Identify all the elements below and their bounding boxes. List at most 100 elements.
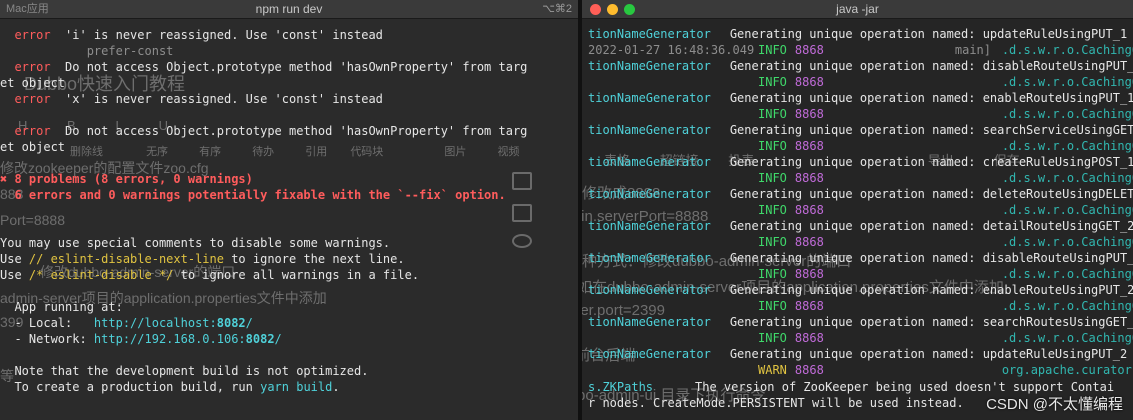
log-message: Generating unique operation named: searc… xyxy=(729,123,1133,137)
log-row: tionNameGenerator Generating unique opera… xyxy=(588,347,1127,361)
zk-warning-line: s.ZKPaths The version of ZooKeeper being … xyxy=(588,380,1115,394)
log-meta: INFO 8868 .d.s.w.r.o.CachingOpe xyxy=(588,331,1133,345)
log-logger: .d.s.w.r.o.CachingOpe xyxy=(1001,331,1133,345)
log-pid: 8868 xyxy=(794,107,824,121)
log-row: tionNameGenerator Generating unique opera… xyxy=(588,155,1133,169)
log-generator: tionNameGenerator xyxy=(588,219,711,233)
log-logger: .d.s.w.r.o.CachingOpe xyxy=(1001,107,1133,121)
log-message: Generating unique operation named: disab… xyxy=(729,251,1133,265)
log-meta: INFO 8868 .d.s.w.r.o.CachingOpe xyxy=(588,171,1133,185)
log-meta: INFO 8868 .d.s.w.r.o.CachingOpe xyxy=(588,267,1133,281)
log-generator: tionNameGenerator xyxy=(588,59,711,73)
npm-terminal-window[interactable]: Mac应用 npm run dev ⌥⌘2 Dubbo快速入门教程 H B I … xyxy=(0,0,578,420)
log-level: WARN xyxy=(758,363,787,377)
log-logger: .d.s.w.r.o.CachingOpe xyxy=(1001,171,1133,185)
log-pid: 8868 xyxy=(794,75,824,89)
java-terminal-window[interactable]: java -jar 表格 超链接 投表 导出 保存 第 比如修改成8888 ad… xyxy=(582,0,1133,420)
right-titlebar[interactable]: java -jar xyxy=(582,0,1133,19)
preview-eye-icon[interactable] xyxy=(512,234,532,248)
log-level: INFO xyxy=(758,235,787,249)
log-meta: INFO 8868 .d.s.w.r.o.CachingOpe xyxy=(588,75,1133,89)
log-message: Generating unique operation named: updat… xyxy=(729,347,1128,361)
log-level: INFO xyxy=(758,171,787,185)
split-view-icon[interactable] xyxy=(512,204,532,222)
log-generator: tionNameGenerator xyxy=(588,155,711,169)
log-message: Generating unique operation named: updat… xyxy=(729,27,1128,41)
log-message: Generating unique operation named: searc… xyxy=(729,315,1133,329)
log-pid: 8868 xyxy=(794,363,824,377)
log-logger: .d.s.w.r.o.CachingOpe xyxy=(1001,267,1133,281)
log-row: tionNameGenerator Generating unique opera… xyxy=(588,59,1133,73)
log-meta: INFO 8868 .d.s.w.r.o.CachingOpe xyxy=(588,203,1133,217)
log-generator: tionNameGenerator xyxy=(588,91,711,105)
comments-hint: You may use special comments to disable … xyxy=(0,236,391,250)
log-pid: 8868 xyxy=(794,235,824,249)
log-logger: .d.s.w.r.o.CachingOpe xyxy=(1001,139,1133,153)
log-logger: .d.s.w.r.o.CachingOpe xyxy=(1001,299,1133,313)
log-row: tionNameGenerator Generating unique opera… xyxy=(588,283,1133,297)
csdn-watermark: CSDN @不太懂编程 xyxy=(986,396,1123,413)
log-logger: org.apache.curator.uti xyxy=(1001,363,1133,377)
log-generator: tionNameGenerator xyxy=(588,27,711,41)
log-meta: INFO 8868 .d.s.w.r.o.CachingOpe xyxy=(588,299,1133,313)
sidebar-toggle-icon[interactable] xyxy=(512,172,532,190)
log-generator: tionNameGenerator xyxy=(588,123,711,137)
ghost-toolbar-labels: 删除线 无序 有序 待办 引用 代码块 图片 视频 xyxy=(70,146,520,158)
app-running: App running at: xyxy=(0,300,123,314)
dev-build-note: Note that the development build is not o… xyxy=(0,364,369,378)
eslint-file-hint: Use /* eslint-disable */ to ignore all w… xyxy=(0,268,420,282)
log-pid: 8868 xyxy=(794,299,824,313)
log-generator: tionNameGenerator xyxy=(588,283,711,297)
log-message: Generating unique operation named: creat… xyxy=(729,155,1133,169)
log-level: INFO xyxy=(758,139,787,153)
maximize-button[interactable] xyxy=(624,4,635,15)
log-pid: 8868 xyxy=(794,139,824,153)
log-meta: WARN 8868 org.apache.curator.uti xyxy=(588,363,1133,377)
log-message: Generating unique operation named: disab… xyxy=(729,59,1133,73)
eslint-wrap-1: et object xyxy=(0,76,66,90)
log-level: INFO xyxy=(758,43,787,57)
log-level: INFO xyxy=(758,299,787,313)
right-window-title: java -jar xyxy=(836,2,879,16)
log-row: tionNameGenerator Generating unique opera… xyxy=(588,91,1133,105)
log-row: tionNameGenerator Generating unique opera… xyxy=(588,187,1133,201)
log-level: INFO xyxy=(758,203,787,217)
log-timestamp: 2022-01-27 16:48:36.049 xyxy=(588,43,755,57)
eslint-line-1: error 'i' is never reassigned. Use 'cons… xyxy=(14,28,383,42)
log-logger: .d.s.w.r.o.CachingOpe xyxy=(1001,75,1133,89)
log-message: Generating unique operation named: detai… xyxy=(729,219,1133,233)
fixable-summary: 6 errors and 0 warnings potentially fixa… xyxy=(0,188,506,202)
log-row: tionNameGenerator Generating unique opera… xyxy=(588,219,1133,233)
log-row: tionNameGenerator Generating unique opera… xyxy=(588,123,1133,137)
log-row: tionNameGenerator Generating unique opera… xyxy=(588,315,1133,329)
eslint-next-line-hint: Use // eslint-disable-next-line to ignor… xyxy=(0,252,405,266)
local-url-line[interactable]: - Local: http://localhost:8082/ xyxy=(0,315,252,331)
log-thread: main] xyxy=(954,43,991,57)
zk-warning-tail: r nodes. CreateMode.PERSISTENT will be u… xyxy=(588,396,964,410)
log-level: INFO xyxy=(758,267,787,281)
log-meta: INFO 8868 .d.s.w.r.o.CachingOpe xyxy=(588,139,1133,153)
ghost-line-3: Port=8888 xyxy=(0,212,65,228)
log-generator: tionNameGenerator xyxy=(588,347,711,361)
left-titlebar[interactable]: Mac应用 npm run dev ⌥⌘2 xyxy=(0,0,578,19)
log-generator: tionNameGenerator xyxy=(588,315,711,329)
close-button[interactable] xyxy=(590,4,601,15)
eslint-rule: prefer-const xyxy=(86,44,174,58)
apps-label: Mac应用 xyxy=(6,3,49,15)
left-window-title: npm run dev xyxy=(255,2,323,16)
log-row: tionNameGenerator Generating unique opera… xyxy=(588,27,1127,41)
log-meta: INFO 8868 .d.s.w.r.o.CachingOpe xyxy=(588,235,1133,249)
log-generator: tionNameGenerator xyxy=(588,251,711,265)
eslint-line-4: error Do not access Object.prototype met… xyxy=(14,124,528,138)
log-logger: .d.s.w.r.o.CachingOpe xyxy=(1001,235,1133,249)
minimize-button[interactable] xyxy=(607,4,618,15)
log-logger: .d.s.w.r.o.CachingOpe xyxy=(1001,203,1133,217)
log-meta: INFO 8868 .d.s.w.r.o.CachingOpe xyxy=(588,107,1133,121)
log-level: INFO xyxy=(758,331,787,345)
problems-summary: ✖ 8 problems (8 errors, 0 warnings) xyxy=(0,172,253,186)
network-url-line[interactable]: - Network: http://192.168.0.106:8082/ xyxy=(0,331,281,347)
production-build-hint: To create a production build, run yarn b… xyxy=(0,380,340,394)
eslint-line-3: error 'x' is never reassigned. Use 'cons… xyxy=(14,92,383,106)
log-pid: 8868 xyxy=(794,331,824,345)
window-shortcut: ⌥⌘2 xyxy=(542,3,572,15)
